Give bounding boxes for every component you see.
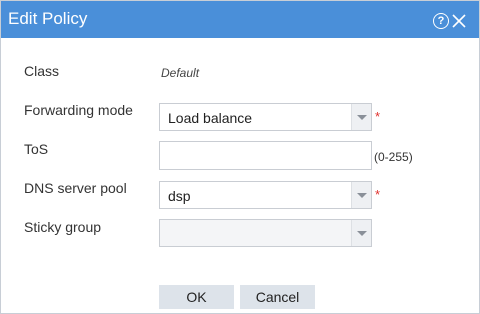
forwarding-mode-dropdown-button[interactable] <box>351 104 371 130</box>
dialog-title: Edit Policy <box>8 9 88 28</box>
forwarding-mode-label: Forwarding mode <box>24 102 133 118</box>
sticky-group-select[interactable] <box>159 219 372 247</box>
cancel-button[interactable]: Cancel <box>240 285 315 309</box>
tos-label: ToS <box>24 141 49 157</box>
chevron-down-icon <box>357 231 367 236</box>
chevron-down-icon <box>357 115 367 120</box>
forwarding-mode-value: Load balance <box>168 110 253 126</box>
dns-server-pool-value: dsp <box>168 188 191 204</box>
help-icon[interactable]: ? <box>433 13 449 29</box>
dns-server-pool-select[interactable]: dsp <box>159 181 372 209</box>
dns-server-pool-label: DNS server pool <box>24 180 127 196</box>
chevron-down-icon <box>357 193 367 198</box>
tos-range-hint: (0-255) <box>374 150 413 164</box>
class-value: Default <box>161 66 200 80</box>
sticky-group-label: Sticky group <box>24 219 102 235</box>
dns-server-pool-dropdown-button[interactable] <box>351 182 371 208</box>
tos-input[interactable] <box>159 141 372 170</box>
dns-server-pool-required-mark: * <box>375 187 381 202</box>
forwarding-mode-select[interactable]: Load balance <box>159 103 372 131</box>
forwarding-mode-required-mark: * <box>375 109 381 124</box>
dialog-titlebar[interactable]: Edit Policy ? <box>1 1 479 38</box>
class-label: Class <box>24 63 60 79</box>
ok-button[interactable]: OK <box>159 285 234 309</box>
sticky-group-dropdown-button[interactable] <box>351 220 371 246</box>
close-icon[interactable] <box>451 13 467 29</box>
edit-policy-dialog: Edit Policy ? Class Default Forwarding m… <box>0 0 480 314</box>
